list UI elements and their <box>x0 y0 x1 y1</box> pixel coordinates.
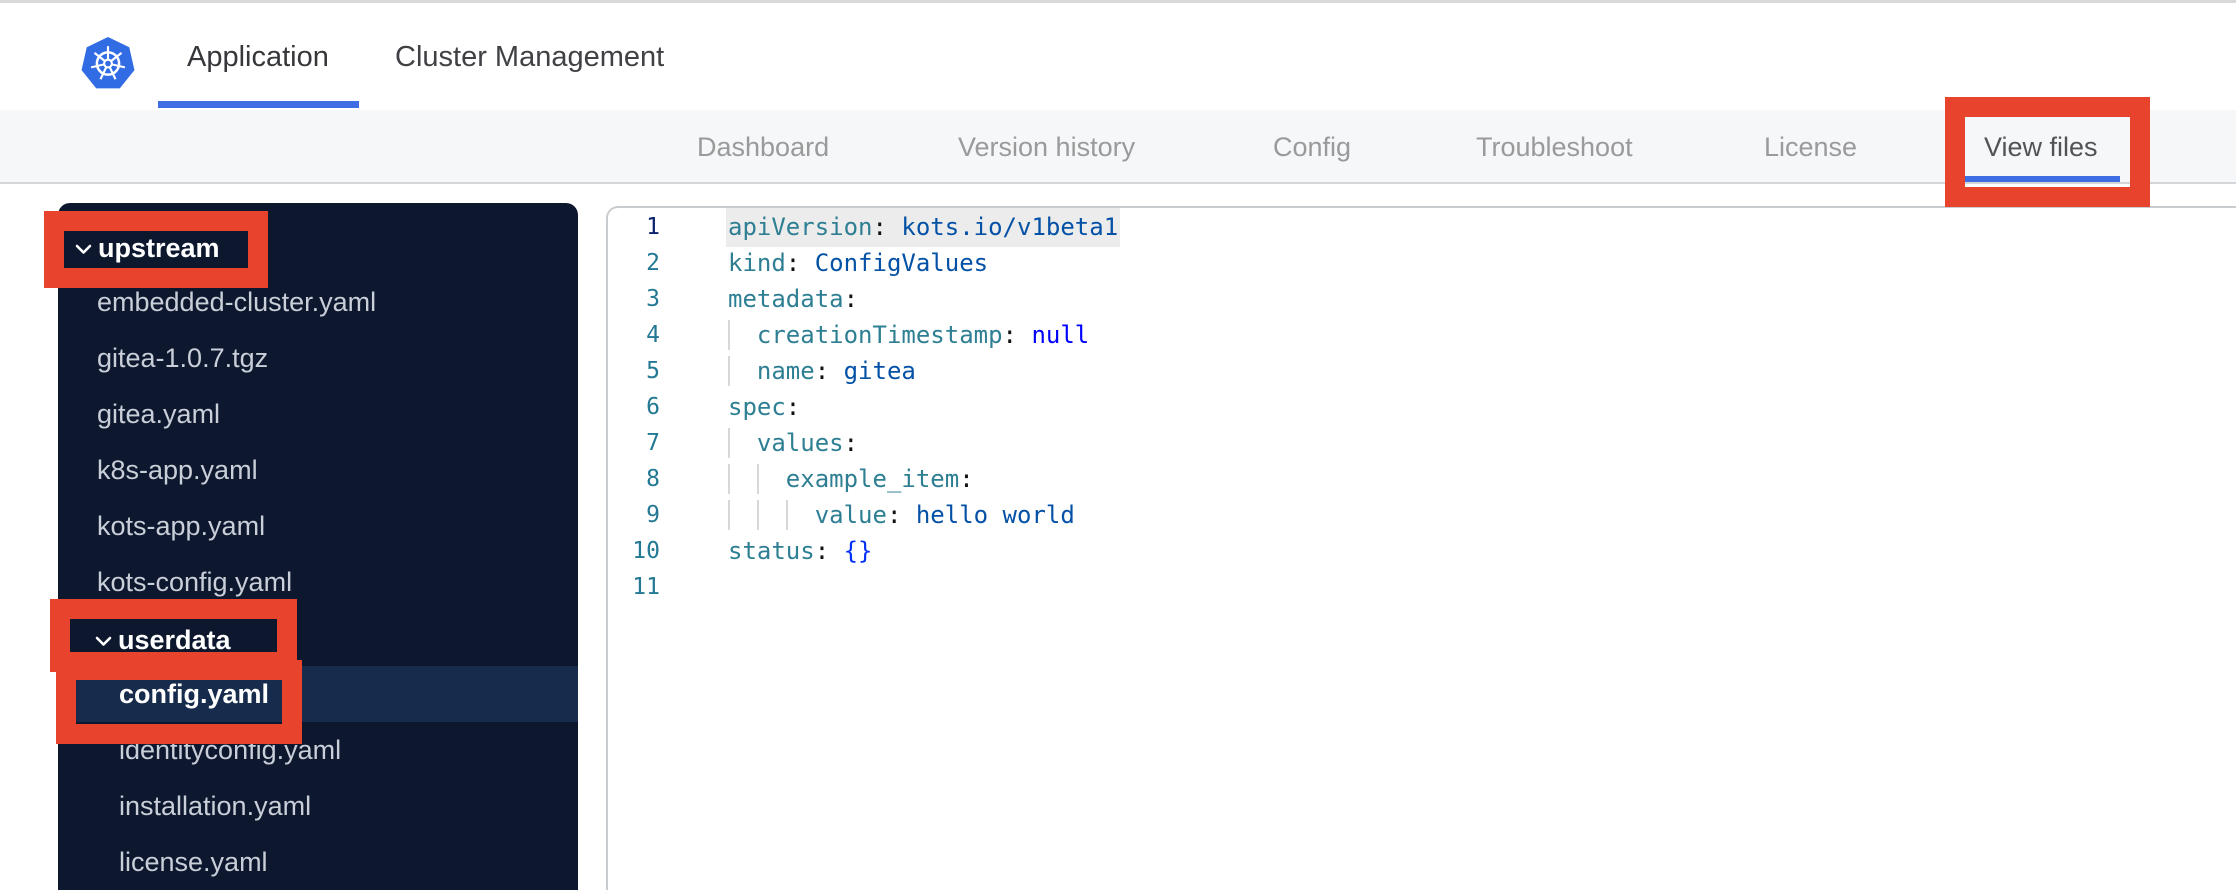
line-number: 3 <box>646 286 660 312</box>
line-number: 5 <box>646 358 660 384</box>
indent-guide <box>728 428 730 458</box>
line-number: 6 <box>646 394 660 420</box>
tree-row-license-yaml[interactable]: license.yaml <box>58 834 578 890</box>
code-line[interactable]: 8 example_item: <box>608 461 2236 497</box>
app-subnav: Dashboard Version history Config Troublesho… <box>0 110 2236 184</box>
code-text: values: <box>756 429 859 457</box>
kubernetes-logo-icon[interactable] <box>80 36 136 92</box>
indent-guide <box>728 320 730 350</box>
tree-row-label: gitea-1.0.7.tgz <box>97 343 269 373</box>
tree-row-k8s-app-yaml[interactable]: k8s-app.yaml <box>58 442 578 498</box>
code-text: spec: <box>728 393 801 421</box>
subnav-item-view-files[interactable]: View files <box>1962 110 2120 182</box>
code-line[interactable]: 5 name: gitea <box>608 353 2236 389</box>
line-number: 9 <box>646 502 660 528</box>
code-text: creationTimestamp: null <box>756 321 1090 349</box>
line-number: 8 <box>646 466 660 492</box>
tree-row-kots-config-yaml[interactable]: kots-config.yaml <box>58 554 578 610</box>
code-line[interactable]: 11 <box>608 569 2236 605</box>
tree-row-label: config.yaml <box>119 679 270 709</box>
subnav-item-troubleshoot[interactable]: Troubleshoot <box>1476 110 1633 182</box>
code-text: name: gitea <box>756 357 916 385</box>
code-editor[interactable]: 1 apiVersion: kots.io/v1beta1 2 kind: Co… <box>608 208 2236 605</box>
tree-row-userdata[interactable]: userdata <box>58 610 578 666</box>
file-tree: upstream embedded-cluster.yaml gitea-1.0… <box>58 218 578 890</box>
code-line[interactable]: 10 status: {} <box>608 533 2236 569</box>
code-text: apiVersion: kots.io/v1beta1 <box>728 209 1119 245</box>
line-number: 11 <box>632 574 660 600</box>
line-number: 2 <box>646 250 660 276</box>
code-text: status: {} <box>728 537 873 565</box>
code-line[interactable]: 7 values: <box>608 425 2236 461</box>
tree-row-gitea-1-0-7-tgz[interactable]: gitea-1.0.7.tgz <box>58 330 578 386</box>
tree-row-label: identityconfig.yaml <box>119 735 342 765</box>
subnav-item-license[interactable]: License <box>1764 110 1857 182</box>
top-tab-application[interactable]: Application <box>158 3 359 108</box>
code-text: kind: ConfigValues <box>728 249 989 277</box>
file-viewer-panel: 1 apiVersion: kots.io/v1beta1 2 kind: Co… <box>606 206 2236 890</box>
code-line[interactable]: 3 metadata: <box>608 281 2236 317</box>
tree-row-gitea-yaml[interactable]: gitea.yaml <box>58 386 578 442</box>
line-number: 1 <box>646 214 660 240</box>
line-number: 7 <box>646 430 660 456</box>
chevron-down-icon <box>75 218 92 274</box>
tree-row-label: k8s-app.yaml <box>97 455 258 485</box>
chevron-down-icon <box>95 610 112 666</box>
code-line[interactable]: 9 value: hello world <box>608 497 2236 533</box>
subnav-item-dashboard[interactable]: Dashboard <box>697 110 829 182</box>
file-tree-sidebar: upstream embedded-cluster.yaml gitea-1.0… <box>58 203 578 890</box>
code-line[interactable]: 1 apiVersion: kots.io/v1beta1 <box>608 209 2236 245</box>
tree-row-label: license.yaml <box>119 847 268 877</box>
indent-guide <box>728 356 730 386</box>
tree-row-upstream[interactable]: upstream <box>58 218 578 274</box>
top-tab-cluster-management[interactable]: Cluster Management <box>395 3 664 108</box>
tree-row-label: kots-app.yaml <box>97 511 266 541</box>
code-line[interactable]: 6 spec: <box>608 389 2236 425</box>
tree-row-identityconfig-yaml[interactable]: identityconfig.yaml <box>58 722 578 778</box>
indent-guide <box>756 500 759 530</box>
subnav-item-version-history[interactable]: Version history <box>958 110 1135 182</box>
subnav-item-config[interactable]: Config <box>1273 110 1351 182</box>
tree-row-label: upstream <box>98 233 220 263</box>
tree-row-label: userdata <box>118 625 231 655</box>
tree-row-installation-yaml[interactable]: installation.yaml <box>58 778 578 834</box>
app-header: Application Cluster Management <box>0 0 2236 113</box>
tree-row-label: gitea.yaml <box>97 399 221 429</box>
indent-guide <box>785 500 788 530</box>
indent-guide <box>728 500 730 530</box>
code-text: value: hello world <box>814 501 1075 529</box>
tree-row-label: embedded-cluster.yaml <box>97 287 377 317</box>
tree-row-label: kots-config.yaml <box>97 567 293 597</box>
tree-row-config-yaml[interactable]: config.yaml <box>58 666 578 722</box>
line-number: 4 <box>646 322 660 348</box>
indent-guide <box>728 464 730 494</box>
tree-row-kots-app-yaml[interactable]: kots-app.yaml <box>58 498 578 554</box>
indent-guide <box>756 464 759 494</box>
code-text: metadata: <box>728 285 859 313</box>
tree-row-embedded-cluster-yaml[interactable]: embedded-cluster.yaml <box>58 274 578 330</box>
code-line[interactable]: 2 kind: ConfigValues <box>608 245 2236 281</box>
tree-row-label: installation.yaml <box>119 791 312 821</box>
code-line[interactable]: 4 creationTimestamp: null <box>608 317 2236 353</box>
code-text: example_item: <box>785 465 974 493</box>
line-number: 10 <box>632 538 660 564</box>
